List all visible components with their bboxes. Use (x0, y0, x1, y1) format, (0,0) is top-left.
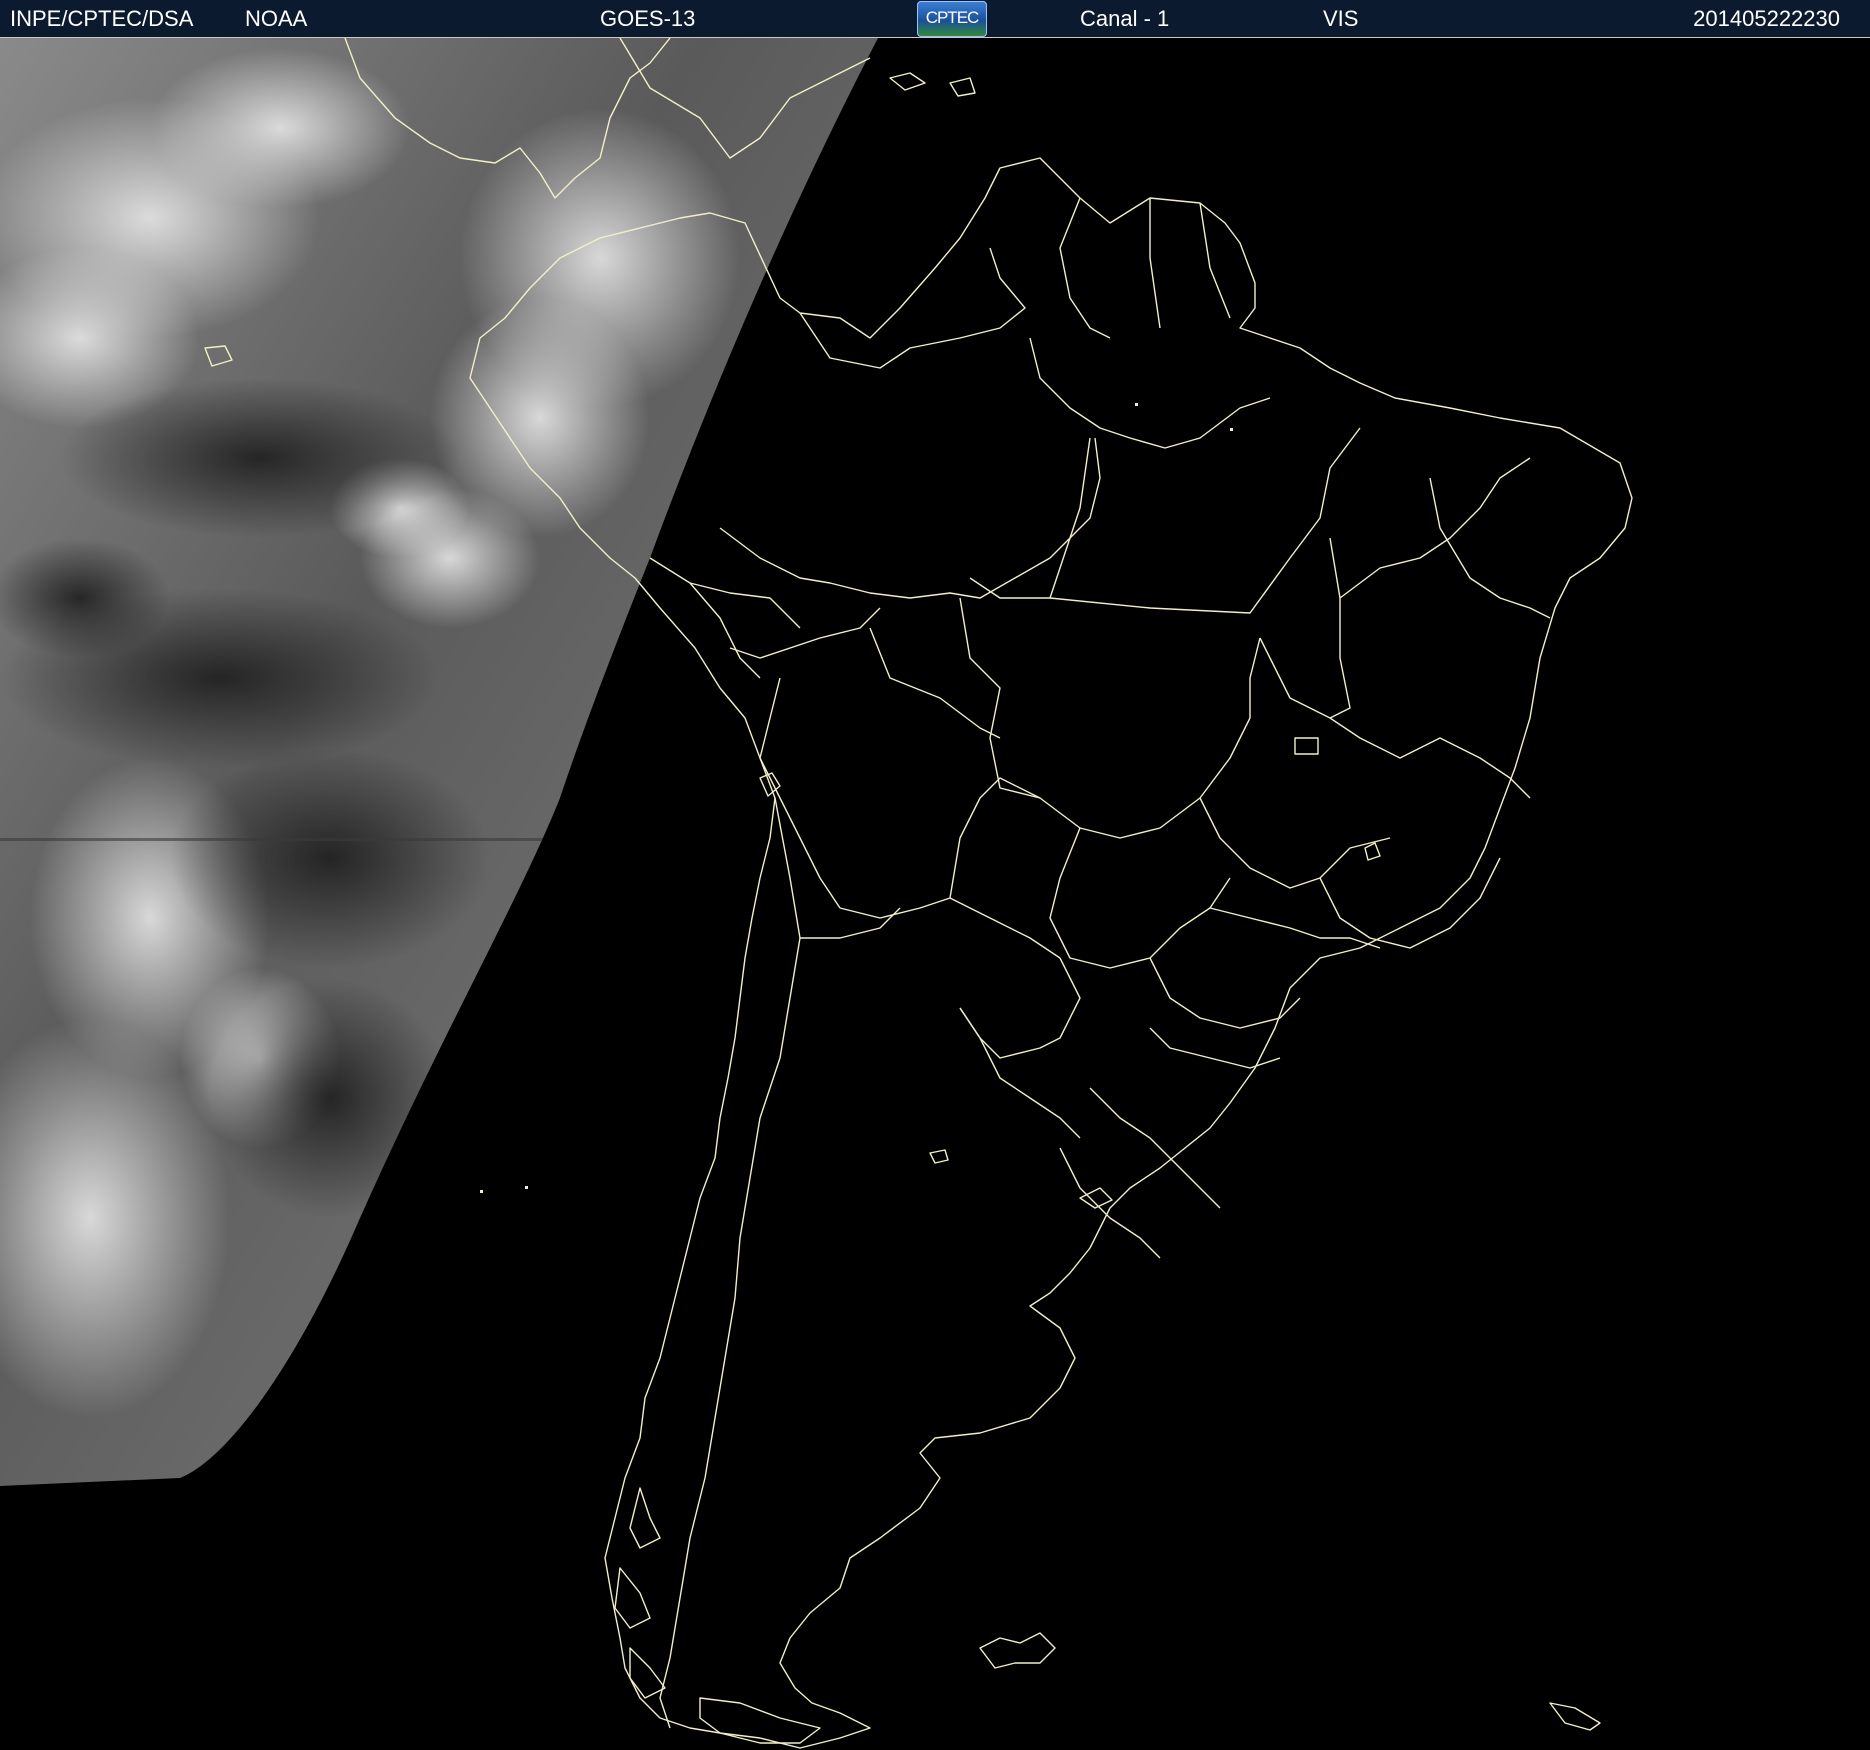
lake-interior-2 (1079, 1187, 1113, 1209)
island-1 (889, 72, 926, 91)
border-amazon-state (969, 437, 1091, 599)
band-label: VIS (1323, 6, 1359, 31)
border-parana (1149, 957, 1301, 1029)
satellite-label: GOES-13 (600, 6, 696, 31)
border-bahia (1329, 717, 1531, 799)
border-rs (1089, 1087, 1221, 1209)
border-argentina-paraguay (959, 1007, 1081, 1139)
border-bolivia (839, 897, 1061, 959)
border-colombia-venezuela (799, 247, 1026, 369)
cptec-logo-icon: CPTEC (917, 1, 987, 37)
agency-label: NOAA (245, 6, 308, 31)
border-uruguay (1059, 1147, 1161, 1259)
island-2 (949, 77, 976, 97)
border-mato-grosso (959, 597, 1261, 839)
border-venezuela-guyana (1059, 197, 1111, 339)
border-acre (729, 607, 881, 659)
border-argentina-bolivia (800, 907, 901, 939)
lake-interior-3 (1364, 842, 1381, 861)
border-goias (1199, 797, 1391, 889)
border-suriname-guiana (1199, 202, 1231, 319)
border-brazil-north (1029, 337, 1271, 449)
patagonia-islands-2 (614, 1567, 651, 1629)
border-peru (689, 582, 761, 679)
border-ne-states (1339, 457, 1531, 599)
south-georgia (1549, 1702, 1601, 1731)
border-para (1049, 427, 1361, 614)
border-brazil-west (719, 437, 1101, 599)
border-ne-2 (1429, 477, 1551, 619)
lake-interior-1 (929, 1149, 949, 1164)
daylight-cloud-region (0, 38, 878, 1486)
border-argentina-chile (659, 797, 801, 1729)
border-bolivia-paraguay (949, 777, 1041, 899)
falkland-islands (979, 1632, 1056, 1669)
border-ecuador (649, 557, 801, 629)
border-tocantins (1259, 537, 1351, 719)
patagonia-islands-3 (629, 1647, 666, 1699)
border-sc-rs (1149, 1027, 1281, 1069)
logo-text: CPTEC (925, 8, 980, 27)
source-label: INPE/CPTEC/DSA (10, 6, 194, 31)
border-rondonia (869, 627, 1001, 739)
satellite-image-map (0, 38, 1633, 1749)
distrito-federal (1294, 737, 1319, 755)
image-header-bar: INPE/CPTEC/DSA NOAA GOES-13 CPTEC Canal … (0, 0, 1870, 38)
border-guyana-suriname (1149, 198, 1161, 329)
timestamp-label: 201405222230 (1693, 6, 1840, 31)
channel-label: Canal - 1 (1080, 6, 1170, 31)
border-ms (1049, 827, 1231, 969)
border-paraguay (959, 957, 1081, 1059)
tierra-del-fuego (699, 1697, 821, 1744)
patagonia-islands-1 (629, 1487, 661, 1549)
